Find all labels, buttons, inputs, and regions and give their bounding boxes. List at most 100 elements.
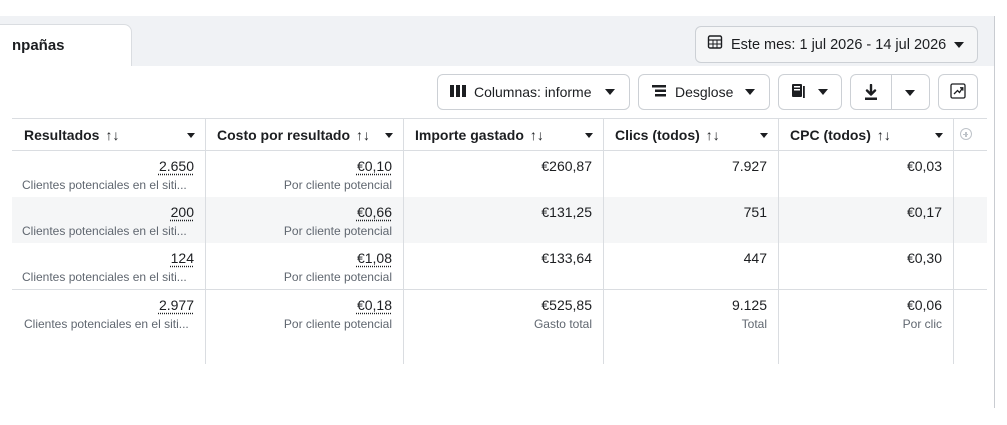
panel-divider (994, 16, 995, 408)
amount-spent-value: €133,64 (541, 250, 592, 266)
amount-spent-value: €131,25 (541, 204, 592, 220)
column-separator[interactable] (953, 118, 954, 364)
button-divider (891, 75, 892, 109)
column-header-label: Importe gastado (415, 127, 524, 143)
cost-per-result-subtext: Por cliente potencial (283, 270, 392, 284)
results-subtext: Clientes potenciales en el siti... (22, 224, 187, 238)
cost-per-result-value[interactable]: €0,66 (357, 204, 392, 220)
cell-amount-spent: €133,64 (403, 243, 603, 289)
chevron-down-icon[interactable] (905, 90, 915, 96)
cell-amount-spent: €260,87 (403, 151, 603, 197)
date-range-label: Este mes: 1 jul 2026 - 14 jul 2026 (731, 36, 947, 53)
export-button[interactable] (850, 74, 930, 110)
calendar-icon (707, 34, 723, 55)
column-header-cost-per-result[interactable]: Costo por resultado ↑↓ (205, 119, 403, 151)
cpc-total-value: €0,06 (906, 297, 942, 313)
tab-campaigns-label: npañas (12, 37, 65, 54)
table-header: Resultados ↑↓ Costo por resultado ↑↓ Imp… (12, 118, 987, 151)
column-separator[interactable] (778, 118, 779, 364)
amount-spent-total-value: €525,85 (541, 297, 592, 313)
column-separator[interactable] (205, 118, 206, 364)
cell-amount-spent: €131,25 (403, 197, 603, 243)
cell-results: 124 Clientes potenciales en el siti... (12, 243, 205, 289)
chevron-down-icon (605, 89, 615, 95)
sort-icon[interactable]: ↑↓ (356, 127, 370, 143)
chevron-down-icon (745, 89, 755, 95)
column-header-clicks[interactable]: Clics (todos) ↑↓ (603, 119, 778, 151)
results-total-value[interactable]: 2.977 (159, 297, 194, 313)
clicks-subtext: Total (741, 317, 767, 331)
chart-button[interactable] (938, 74, 978, 110)
columns-button[interactable]: Columnas: informe (437, 74, 630, 110)
column-separator[interactable] (403, 118, 404, 364)
cell-cost-per-result-total: €0,18 Por cliente potencial (205, 290, 403, 363)
chevron-down-icon[interactable] (760, 133, 768, 138)
breakdown-label: Desglose (675, 84, 734, 100)
sort-icon[interactable]: ↑↓ (706, 127, 720, 143)
cell-amount-spent-total: €525,85 Gasto total (403, 290, 603, 363)
reports-button[interactable] (778, 74, 842, 110)
column-header-amount-spent[interactable]: Importe gastado ↑↓ (403, 119, 603, 151)
results-value[interactable]: 124 (171, 250, 194, 266)
cost-per-result-value[interactable]: €1,08 (357, 250, 392, 266)
cpc-value: €0,30 (906, 250, 942, 266)
columns-label: Columnas: informe (474, 84, 592, 100)
cell-cost-per-result: €0,10 Por cliente potencial (205, 151, 403, 197)
chevron-down-icon[interactable] (585, 133, 593, 138)
results-value[interactable]: 2.650 (159, 158, 194, 174)
results-subtext: Clientes potenciales en el siti... (24, 317, 189, 331)
cost-per-result-total-value[interactable]: €0,18 (357, 297, 392, 313)
amount-spent-subtext: Gasto total (533, 317, 592, 331)
cell-cpc-total: €0,06 Por clic (778, 290, 953, 363)
cell-cost-per-result: €1,08 Por cliente potencial (205, 243, 403, 289)
cell-clicks-total: 9.125 Total (603, 290, 778, 363)
cell-cpc: €0,30 (778, 243, 953, 289)
cell-results-total: 2.977 Clientes potenciales en el siti... (12, 290, 205, 363)
clicks-value: 7.927 (731, 158, 767, 174)
cell-cost-per-result: €0,66 Por cliente potencial (205, 197, 403, 243)
reports-icon (790, 83, 806, 102)
chevron-down-icon[interactable] (385, 133, 393, 138)
results-subtext: Clientes potenciales en el siti... (22, 270, 187, 284)
cost-per-result-subtext: Por cliente potencial (283, 224, 392, 238)
column-header-cpc[interactable]: CPC (todos) ↑↓ (778, 119, 953, 151)
chart-trend-icon (950, 82, 966, 102)
clicks-value: 447 (743, 250, 767, 266)
cost-per-result-value[interactable]: €0,10 (357, 158, 392, 174)
cost-per-result-subtext: Por cliente potencial (283, 317, 392, 331)
cell-clicks: 751 (603, 197, 778, 243)
table-row: 200 Clientes potenciales en el siti... €… (12, 197, 987, 243)
breakdown-icon (651, 84, 667, 101)
column-separator[interactable] (603, 118, 604, 364)
column-header-results[interactable]: Resultados ↑↓ (12, 119, 205, 151)
cpc-value: €0,03 (906, 158, 942, 174)
results-value[interactable]: 200 (171, 204, 194, 220)
column-header-label: Costo por resultado (217, 127, 351, 143)
column-header-label: CPC (todos) (790, 127, 871, 143)
sort-icon[interactable]: ↑↓ (105, 127, 119, 143)
cpc-value: €0,17 (906, 204, 942, 220)
clicks-value: 751 (743, 204, 767, 220)
chevron-down-icon[interactable] (935, 133, 943, 138)
sort-icon[interactable]: ↑↓ (877, 127, 891, 143)
add-column-icon[interactable] (960, 128, 972, 140)
cell-clicks: 7.927 (603, 151, 778, 197)
totals-row: 2.977 Clientes potenciales en el siti...… (12, 289, 987, 363)
clicks-total-value: 9.125 (731, 297, 767, 313)
sort-icon[interactable]: ↑↓ (530, 127, 544, 143)
cell-cpc: €0,03 (778, 151, 953, 197)
cost-per-result-subtext: Por cliente potencial (283, 178, 392, 192)
download-icon (863, 83, 879, 104)
results-subtext: Clientes potenciales en el siti... (22, 178, 187, 192)
columns-icon (450, 84, 466, 101)
chevron-down-icon (818, 89, 828, 95)
cpc-subtext: Por clic (902, 317, 942, 331)
date-range-button[interactable]: Este mes: 1 jul 2026 - 14 jul 2026 (695, 26, 978, 63)
chevron-down-icon[interactable] (187, 133, 195, 138)
cell-results: 200 Clientes potenciales en el siti... (12, 197, 205, 243)
cell-cpc: €0,17 (778, 197, 953, 243)
amount-spent-value: €260,87 (541, 158, 592, 174)
column-header-label: Clics (todos) (615, 127, 700, 143)
breakdown-button[interactable]: Desglose (638, 74, 770, 110)
column-header-label: Resultados (24, 127, 100, 143)
